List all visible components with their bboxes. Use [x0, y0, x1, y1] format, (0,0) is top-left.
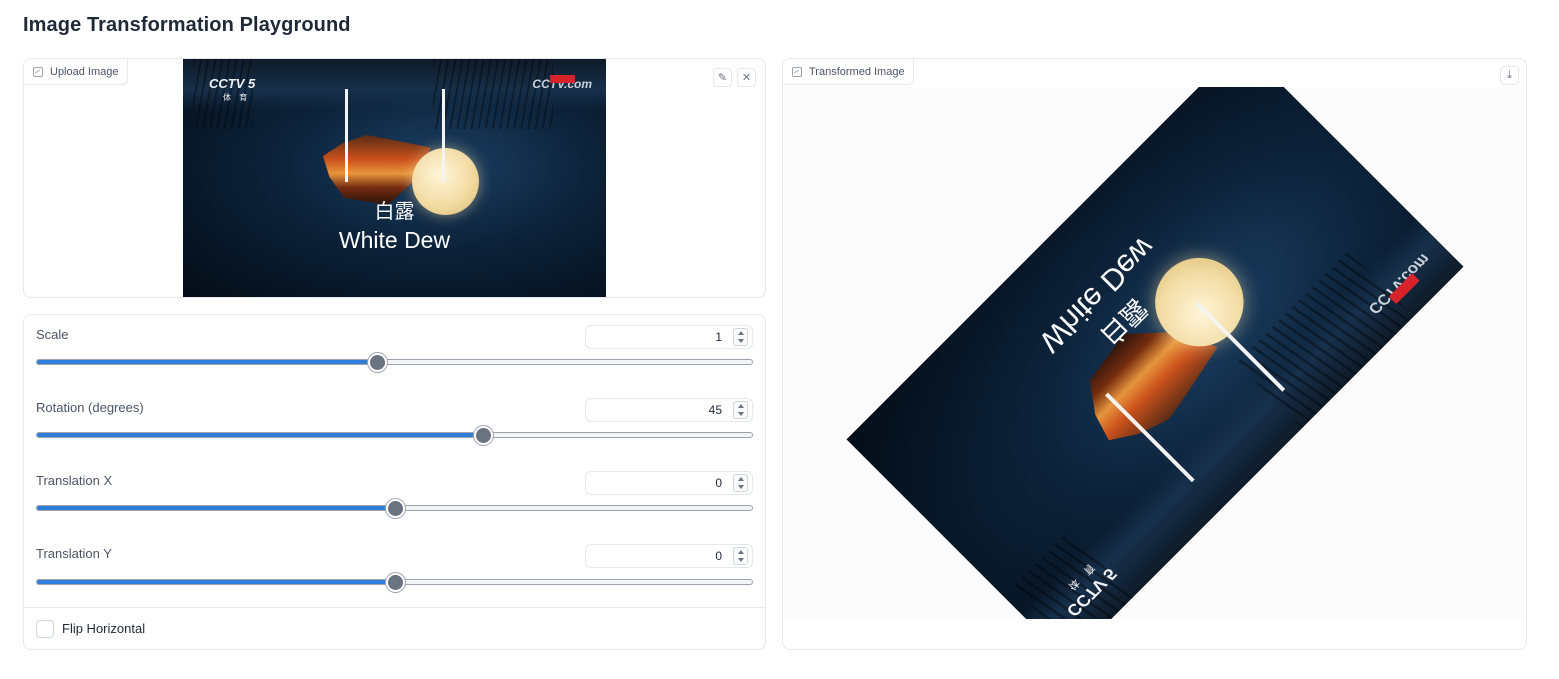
translation-x-label: Translation X: [36, 473, 113, 488]
chevron-down-icon[interactable]: [737, 485, 744, 489]
scale-value[interactable]: 1: [586, 326, 722, 348]
cctv-com-logo: CCTV.com: [532, 75, 592, 91]
download-icon: ⤓: [1507, 69, 1512, 81]
translation-y-stepper[interactable]: [733, 547, 748, 565]
translation-y-label: Translation Y: [36, 546, 112, 561]
caption-english: White Dew: [338, 227, 451, 253]
upload-image-label-text: Upload Image: [50, 65, 119, 78]
transformed-image-label: Transformed Image: [783, 59, 914, 85]
flip-horizontal-checkbox[interactable]: [36, 620, 54, 638]
flip-horizontal-control: Flip Horizontal: [24, 608, 765, 649]
chevron-up-icon[interactable]: [737, 550, 744, 554]
chevron-down-icon[interactable]: [737, 558, 744, 562]
translation-y-slider-thumb[interactable]: [385, 573, 405, 592]
translation-x-value[interactable]: 0: [586, 472, 722, 494]
caption-chinese: 白露: [1093, 292, 1152, 351]
transformed-image-label-text: Transformed Image: [809, 65, 905, 78]
rotation-value[interactable]: 45: [586, 399, 722, 421]
download-button[interactable]: ⤓: [1500, 66, 1519, 85]
clear-image-button[interactable]: ✕: [737, 68, 756, 87]
pencil-icon: ✎: [717, 72, 728, 84]
rotation-slider-track[interactable]: [36, 432, 753, 438]
chevron-up-icon[interactable]: [737, 477, 744, 481]
translation-x-slider-thumb[interactable]: [385, 499, 405, 518]
scale-label: Scale: [36, 327, 69, 342]
image-icon: [792, 66, 802, 77]
transformed-image: CCTV 5 体 育 CCTV.com 白露 White Dew: [846, 87, 1463, 619]
translation-x-control: Translation X 0: [24, 461, 765, 535]
upload-image-panel[interactable]: Upload Image ✎ ✕ CCTV 5 体 育 CCTV.com 白露 …: [23, 58, 766, 298]
uploaded-image: CCTV 5 体 育 CCTV.com 白露 White Dew: [183, 59, 606, 297]
chevron-down-icon[interactable]: [737, 339, 744, 343]
close-icon: ✕: [741, 72, 752, 84]
caption-chinese: 白露: [374, 201, 415, 223]
controls-panel: Scale 1 Rotation (degrees) 45 Translatio…: [23, 314, 766, 650]
rotation-label: Rotation (degrees): [36, 400, 144, 415]
translation-y-control: Translation Y 0: [24, 534, 765, 608]
translation-x-stepper[interactable]: [733, 474, 748, 492]
edit-button[interactable]: ✎: [713, 68, 732, 87]
scale-slider-thumb[interactable]: [367, 353, 387, 372]
scale-number-input[interactable]: 1: [585, 325, 753, 349]
page-title: Image Transformation Playground: [23, 14, 351, 36]
chevron-up-icon[interactable]: [737, 404, 744, 408]
flip-horizontal-label[interactable]: Flip Horizontal: [62, 621, 145, 636]
rotation-number-input[interactable]: 45: [585, 398, 753, 422]
rotation-control: Rotation (degrees) 45: [24, 388, 765, 462]
image-icon: [33, 66, 43, 77]
translation-x-number-input[interactable]: 0: [585, 471, 753, 495]
transformed-image-panel: Transformed Image ⤓ CCTV 5 体 育 CCTV.com …: [782, 58, 1527, 650]
chevron-up-icon[interactable]: [737, 331, 744, 335]
scale-stepper[interactable]: [733, 328, 748, 346]
translation-y-value[interactable]: 0: [586, 545, 722, 567]
upload-image-label: Upload Image: [24, 59, 128, 85]
scale-slider-track[interactable]: [36, 359, 753, 365]
scale-control: Scale 1: [24, 315, 765, 389]
rotation-stepper[interactable]: [733, 401, 748, 419]
translation-y-number-input[interactable]: 0: [585, 544, 753, 568]
chevron-down-icon[interactable]: [737, 412, 744, 416]
cctv5-logo: CCTV 5 体 育: [209, 76, 256, 102]
transformed-image-area: CCTV 5 体 育 CCTV.com 白露 White Dew: [784, 87, 1525, 619]
rotation-slider-thumb[interactable]: [473, 426, 493, 445]
